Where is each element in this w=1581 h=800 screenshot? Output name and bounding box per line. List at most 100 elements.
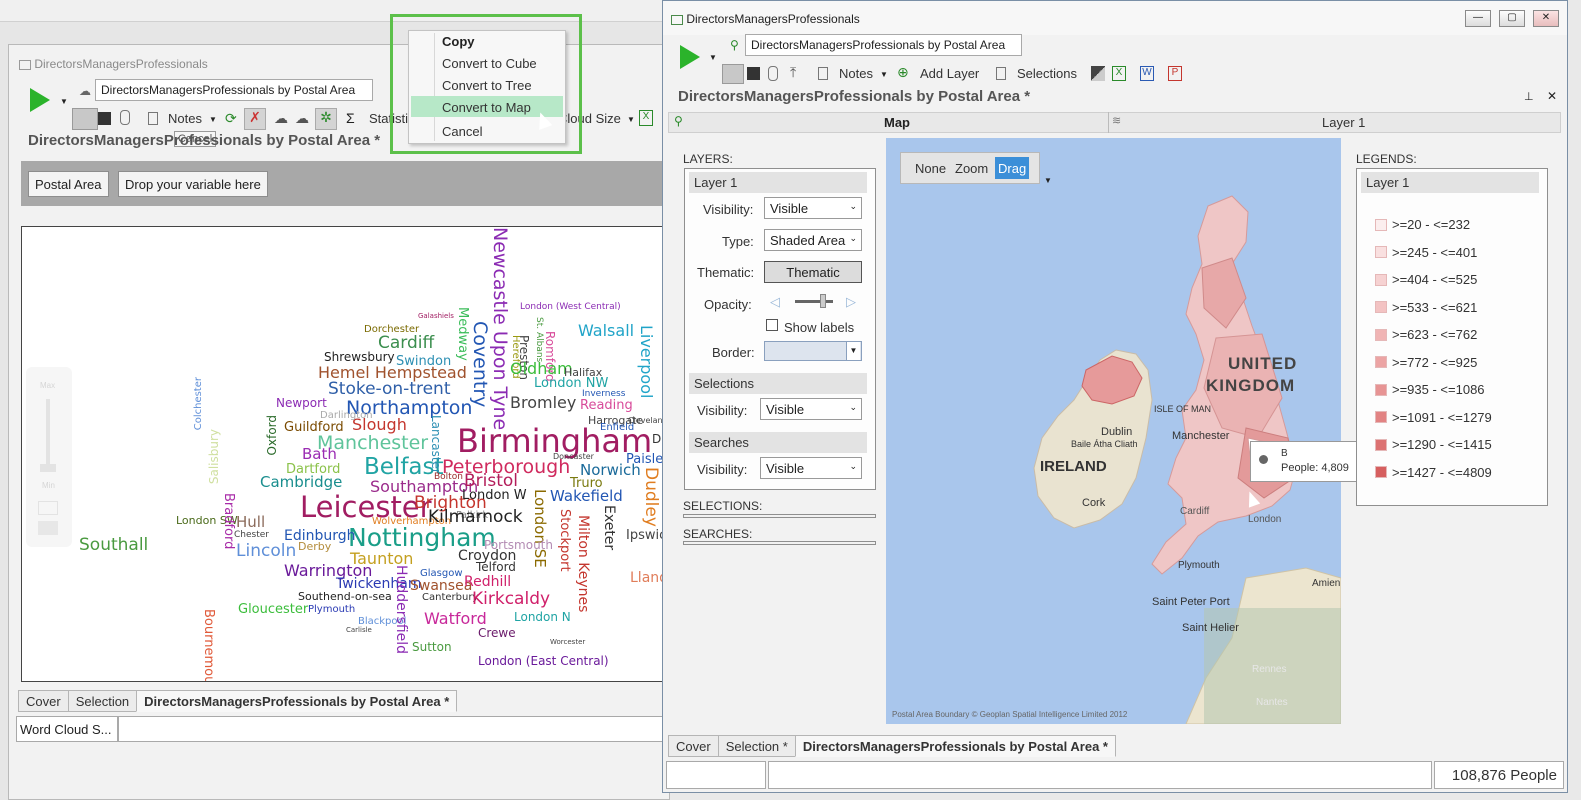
legend-label: >=623 - <=762 xyxy=(1392,327,1478,343)
selections-visibility-select[interactable]: Visible ⌄ xyxy=(760,398,862,420)
close-panel-icon[interactable]: ✕ xyxy=(1547,89,1557,103)
word-gloucester: Kirkcaldy xyxy=(472,589,551,609)
searches-visibility-select[interactable]: Visible ⌄ xyxy=(760,457,862,479)
slider-min-label: Min xyxy=(42,481,55,490)
upload-icon[interactable]: ⤒ xyxy=(790,64,796,81)
thematic-button[interactable]: Thematic xyxy=(764,261,862,283)
word-icon[interactable]: W xyxy=(1140,66,1154,81)
show-labels-checkbox[interactable] xyxy=(766,319,778,331)
map-label-cardiff: Cardiff xyxy=(1180,506,1210,517)
border-color-picker[interactable]: ▼ xyxy=(764,341,862,361)
tab-table[interactable]: DirectorsManagersProfessionals by Postal… xyxy=(136,690,458,712)
menu-convert-tree[interactable]: Convert to Tree xyxy=(442,78,532,93)
pin-icon[interactable]: ⊥ xyxy=(1524,90,1534,103)
opacity-decrease-icon[interactable]: ◁ xyxy=(770,294,780,310)
word-stockport: Dudley xyxy=(641,467,661,527)
right-window-title: DirectorsManagersProfessionals xyxy=(686,12,860,26)
opacity-increase-icon[interactable]: ▷ xyxy=(846,294,856,310)
word-cloud-status: Word Cloud S... xyxy=(16,716,118,742)
visibility-select[interactable]: Visible ⌄ xyxy=(764,197,862,219)
save-icon[interactable] xyxy=(747,67,760,80)
notes-dropdown-icon[interactable]: ▼ xyxy=(880,70,888,79)
add-layer-button[interactable]: Add Layer xyxy=(920,66,979,81)
cancel-icon[interactable]: ✗ xyxy=(244,108,266,130)
run-dropdown-arrow-icon[interactable]: ▼ xyxy=(60,97,68,106)
word-redhill: Swansea xyxy=(410,578,473,594)
chevron-down-icon: ⌄ xyxy=(849,461,857,471)
map-label-dublin: Dublin xyxy=(1101,426,1133,438)
database-icon[interactable] xyxy=(768,66,778,81)
cloud-up-icon[interactable]: ☁ xyxy=(274,110,288,127)
notes-dropdown-icon[interactable]: ▼ xyxy=(209,115,217,124)
word-cleveland: Reading xyxy=(580,398,633,413)
word-falkirk: Bolton xyxy=(434,472,463,482)
word-blackpool: Plymouth xyxy=(308,604,356,615)
tab-cover[interactable]: Cover xyxy=(18,690,69,712)
type-select[interactable]: Shaded Area ⌄ xyxy=(764,229,862,251)
map-label-amiens: Amien xyxy=(1312,578,1341,589)
menu-cancel[interactable]: Cancel xyxy=(442,124,482,139)
minimize-button[interactable]: — xyxy=(1465,10,1491,27)
legend-item: >=20 - <=232 xyxy=(1375,217,1470,232)
tab-selection[interactable]: Selection * xyxy=(717,735,796,757)
nav-drag-button[interactable]: Drag xyxy=(995,157,1029,179)
run-dropdown-right-icon[interactable]: ▼ xyxy=(709,53,717,62)
drop-variable-target[interactable]: Drop your variable here xyxy=(118,171,268,197)
opacity-slider-track[interactable] xyxy=(795,300,833,303)
legend-item: >=533 - <=621 xyxy=(1375,300,1477,315)
lock-icon[interactable] xyxy=(722,64,744,84)
sigma-icon[interactable]: Σ xyxy=(346,110,355,126)
word-nottingham: Nottingham xyxy=(348,523,496,552)
reset-icon[interactable] xyxy=(38,521,58,535)
word-wolverhampton: Hull xyxy=(236,513,266,531)
notes-icon xyxy=(148,112,158,125)
opacity-slider-thumb[interactable] xyxy=(820,294,826,308)
word-bradford: Southall xyxy=(79,535,149,555)
word-hull: Ipswich xyxy=(626,528,662,543)
table-name-input[interactable]: DirectorsManagersProfessionals by Postal… xyxy=(95,79,373,101)
right-table-name-input[interactable]: DirectorsManagersProfessionals by Postal… xyxy=(745,34,1022,56)
tab-layer-1[interactable]: Layer 1 xyxy=(1322,115,1365,130)
excel-icon[interactable]: X xyxy=(1112,66,1126,81)
refresh-icon[interactable]: ⟳ xyxy=(225,110,237,127)
menu-convert-map[interactable]: Convert to Map xyxy=(442,100,531,115)
tab-map[interactable]: Map xyxy=(884,115,910,130)
cloud-size-dropdown-icon[interactable]: ▼ xyxy=(627,115,635,124)
right-status-bar xyxy=(768,761,1432,789)
close-button[interactable]: ✕ xyxy=(1533,10,1559,27)
powerpoint-icon[interactable]: P xyxy=(1168,66,1182,81)
run-button-right[interactable] xyxy=(680,45,700,69)
lock-icon[interactable] xyxy=(72,108,98,130)
fit-icon[interactable] xyxy=(38,501,58,515)
nav-dropdown-icon[interactable]: ▼ xyxy=(1044,176,1052,185)
word-steve: Llandudno xyxy=(630,570,662,586)
save-icon[interactable] xyxy=(98,112,111,125)
nav-zoom-button[interactable]: Zoom xyxy=(955,161,988,176)
word-colchester: Bournemouth xyxy=(201,609,216,682)
selections-section-header: SELECTIONS: xyxy=(683,499,763,513)
word-london-n: Watford xyxy=(424,609,487,628)
legend-item: >=1091 - <=1279 xyxy=(1375,410,1492,425)
run-button[interactable] xyxy=(30,88,50,112)
selections-button[interactable]: Selections xyxy=(1017,66,1077,81)
excel-icon[interactable]: X xyxy=(639,110,653,126)
sun-icon[interactable]: ✲ xyxy=(315,108,337,130)
map-export-icon[interactable] xyxy=(1091,66,1105,81)
map-label-uk-1: UNITED xyxy=(1228,354,1298,373)
tab-selection[interactable]: Selection xyxy=(67,690,138,712)
postal-area-variable[interactable]: Postal Area xyxy=(28,171,109,197)
word-dudley: London SE xyxy=(531,489,549,568)
menu-copy[interactable]: Copy xyxy=(442,34,475,49)
nav-none-button[interactable]: None xyxy=(915,161,946,176)
slider-track[interactable] xyxy=(46,399,50,469)
tab-table[interactable]: DirectorsManagersProfessionals by Postal… xyxy=(794,735,1116,757)
notes-button[interactable]: Notes xyxy=(168,111,202,126)
right-notes-button[interactable]: Notes xyxy=(839,66,873,81)
cloud-settings-icon[interactable]: ☁ xyxy=(295,110,309,127)
map-label-saint-helier: Saint Helier xyxy=(1182,622,1239,634)
tab-cover[interactable]: Cover xyxy=(668,735,719,757)
menu-convert-cube[interactable]: Convert to Cube xyxy=(442,56,537,71)
database-icon[interactable] xyxy=(120,110,130,125)
slider-thumb[interactable] xyxy=(40,464,56,472)
maximize-button[interactable]: ▢ xyxy=(1499,10,1525,27)
